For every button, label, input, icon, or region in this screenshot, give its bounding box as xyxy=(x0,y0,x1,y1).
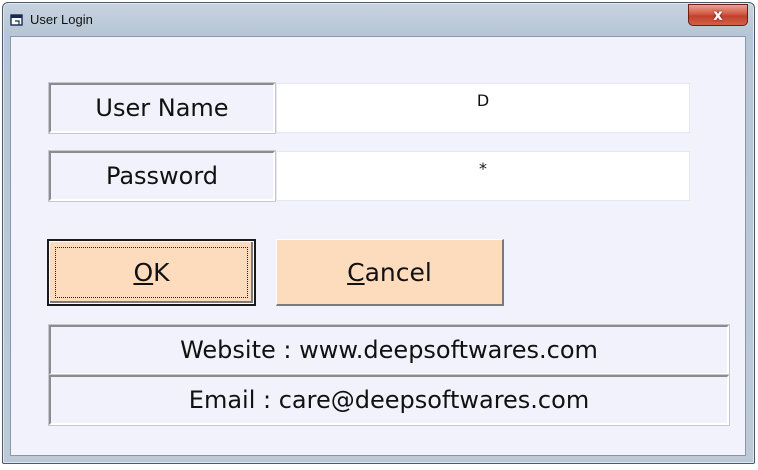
cancel-accelerator: C xyxy=(347,257,365,287)
login-window: User Login x User Name D Password * OK C… xyxy=(2,2,755,464)
app-window-icon xyxy=(10,14,23,26)
cancel-button[interactable]: Cancel xyxy=(276,239,504,306)
client-area: User Name D Password * OK Cancel Website… xyxy=(10,36,746,456)
cancel-label: Cancel xyxy=(347,258,432,287)
close-button[interactable]: x xyxy=(688,4,748,26)
ok-button[interactable]: OK xyxy=(47,239,256,306)
page: User Login x User Name D Password * OK C… xyxy=(0,0,758,470)
window-title: User Login xyxy=(30,12,93,27)
email-info: Email : care@deepsoftwares.com xyxy=(48,374,730,426)
password-label: Password xyxy=(48,150,276,202)
cancel-label-rest: ancel xyxy=(364,257,432,287)
title-bar[interactable]: User Login x xyxy=(3,3,754,37)
username-input[interactable]: D xyxy=(276,83,690,133)
website-info: Website : www.deepsoftwares.com xyxy=(48,324,730,376)
password-input[interactable]: * xyxy=(276,151,690,201)
username-label: User Name xyxy=(48,82,276,134)
focus-ring xyxy=(55,247,248,298)
close-icon: x xyxy=(713,5,723,24)
